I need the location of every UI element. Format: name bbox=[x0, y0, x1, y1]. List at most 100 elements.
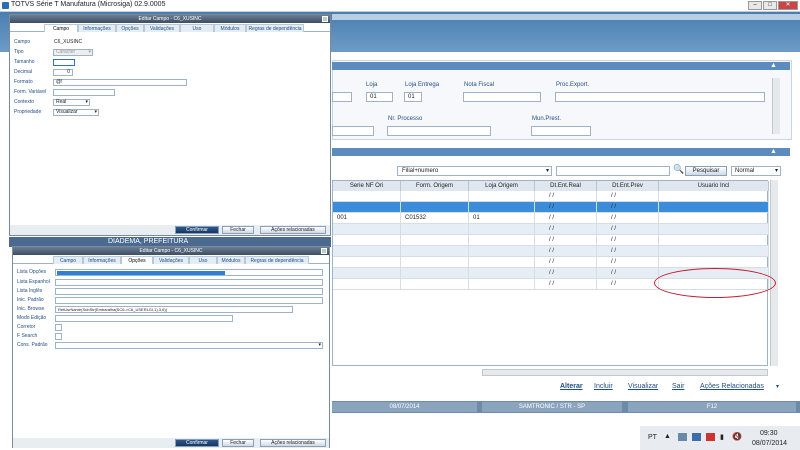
tray-time[interactable]: 09:30 bbox=[760, 430, 778, 437]
edit-field-dialog: Editar Campo - C6_XUSINC Campo Informaçõ… bbox=[9, 14, 331, 236]
col-header-usuario-incl[interactable]: Usuario Incl bbox=[659, 181, 769, 191]
col-header-dt-ent-real[interactable]: Dt.Ent.Real bbox=[535, 181, 597, 191]
nr-processo-input[interactable] bbox=[387, 126, 491, 136]
table-row[interactable]: / / / / bbox=[333, 246, 769, 257]
f2-inic-browse-input[interactable]: RetUsrName(SubStr(Embaralha(SC6->C6_USER… bbox=[55, 306, 293, 313]
f2-f-search-checkbox[interactable] bbox=[55, 333, 62, 340]
mun-prest-input[interactable] bbox=[531, 126, 591, 136]
tab-uso[interactable]: Uso bbox=[180, 24, 214, 32]
table-cell bbox=[333, 202, 401, 213]
left-input[interactable] bbox=[332, 92, 352, 102]
related-actions-button[interactable]: Ações relacionadas bbox=[260, 226, 326, 234]
maximize-button[interactable]: □ bbox=[763, 1, 777, 10]
f2-modo-edicao-input[interactable] bbox=[55, 315, 233, 322]
table-row[interactable]: / / / / bbox=[333, 257, 769, 268]
table-row[interactable]: / / / / bbox=[333, 202, 769, 213]
table-cell bbox=[659, 213, 769, 224]
tab2-opcoes[interactable]: Opções bbox=[121, 256, 153, 264]
proc-export-input[interactable] bbox=[555, 92, 765, 102]
confirm-button[interactable]: Confirmar bbox=[175, 226, 219, 234]
incluir-link[interactable]: Incluir bbox=[594, 383, 613, 390]
grid-scrollbar[interactable] bbox=[770, 180, 778, 366]
app-tray-icon[interactable] bbox=[692, 433, 701, 441]
f2-lista-espanhol-input[interactable] bbox=[55, 279, 323, 286]
binoculars-icon[interactable]: 🔍 bbox=[673, 164, 684, 175]
field-form-variavel-label: Form. Variável bbox=[14, 89, 47, 95]
signal-icon[interactable]: ▮ bbox=[720, 433, 724, 441]
field-form-variavel-input[interactable] bbox=[53, 89, 115, 96]
tab2-uso[interactable]: Uso bbox=[189, 256, 217, 264]
confirm-button-2[interactable]: Confirmar bbox=[175, 439, 219, 447]
tab-modulos[interactable]: Módulos bbox=[214, 24, 246, 32]
tab2-validacoes[interactable]: Validações bbox=[153, 256, 189, 264]
field-decimal-input[interactable]: 0 bbox=[53, 69, 73, 76]
dialog-close-icon[interactable] bbox=[322, 16, 328, 22]
col-header-loja-origem[interactable]: Loja Origem bbox=[469, 181, 535, 191]
tray-arrow-icon[interactable]: ▲ bbox=[664, 433, 671, 440]
close-button[interactable]: ✕ bbox=[778, 1, 798, 10]
tab2-regras[interactable]: Regras de dependência bbox=[245, 256, 309, 264]
tab2-campo[interactable]: Campo bbox=[53, 256, 83, 264]
tab-validacoes[interactable]: Validações bbox=[144, 24, 180, 32]
dialog2-tabs: Campo Informações Opções Validações Uso … bbox=[13, 255, 329, 264]
col-header-dt-ent-prev[interactable]: Dt.Ent.Prev bbox=[597, 181, 659, 191]
dialog2-close-icon[interactable] bbox=[321, 248, 327, 254]
header-scrollbar[interactable] bbox=[772, 78, 780, 134]
f2-inic-padrao-input[interactable] bbox=[55, 297, 323, 304]
f2-f-search-label: F Search bbox=[17, 333, 38, 339]
grid-hscrollbar[interactable] bbox=[482, 369, 768, 376]
search-order-select[interactable]: Filial+numero ▾ bbox=[397, 166, 552, 176]
section-bar bbox=[332, 62, 790, 70]
flag-icon[interactable] bbox=[706, 433, 715, 441]
dropdown-arrow-icon[interactable]: ▾ bbox=[776, 383, 779, 390]
close-dialog-button[interactable]: Fechar bbox=[222, 226, 254, 234]
field-propriedade-select[interactable]: Visualizar ▾ bbox=[53, 109, 99, 116]
sair-link[interactable]: Sair bbox=[672, 383, 684, 390]
f2-cons-padrao-select[interactable]: ▾ bbox=[55, 342, 323, 349]
search-button[interactable]: Pesquisar bbox=[685, 166, 727, 176]
field-tipo-select[interactable]: Caracter ▾ bbox=[53, 49, 93, 56]
table-cell bbox=[659, 246, 769, 257]
f2-corretor-checkbox[interactable] bbox=[55, 324, 62, 331]
loja-entrega-label: Loja Entrega bbox=[405, 82, 440, 88]
nota-fiscal-input[interactable] bbox=[463, 92, 541, 102]
field-formato-input[interactable]: @! bbox=[53, 79, 187, 86]
field-contexto-select[interactable]: Real ▾ bbox=[53, 99, 90, 106]
collapse-icon[interactable]: ▲ bbox=[770, 62, 777, 69]
close-dialog-button-2[interactable]: Fechar bbox=[222, 439, 254, 447]
language-indicator[interactable]: PT bbox=[648, 434, 657, 441]
mode-select[interactable]: Normal ▾ bbox=[731, 166, 781, 176]
tab2-modulos[interactable]: Módulos bbox=[217, 256, 245, 264]
tab-campo[interactable]: Campo bbox=[44, 24, 78, 32]
table-row[interactable]: / / / / bbox=[333, 235, 769, 246]
visualizar-link[interactable]: Visualizar bbox=[628, 383, 658, 390]
left-input-2[interactable] bbox=[332, 126, 374, 136]
table-row[interactable]: 001 C01532 01/ / / / bbox=[333, 213, 769, 224]
table-cell bbox=[333, 235, 401, 246]
tab-opcoes[interactable]: Opções bbox=[116, 24, 144, 32]
tray-date[interactable]: 08/07/2014 bbox=[752, 440, 787, 447]
loja-entrega-input[interactable]: 01 bbox=[404, 92, 422, 102]
minimize-button[interactable]: – bbox=[748, 1, 762, 10]
system-tray: PT ▲ ▮ 🔇 09:30 08/07/2014 bbox=[640, 426, 800, 450]
f2-lista-opcoes-input[interactable] bbox=[55, 269, 323, 276]
related-actions-button-2[interactable]: Ações relacionadas bbox=[260, 439, 326, 447]
table-row[interactable]: / / / / bbox=[333, 224, 769, 235]
table-row[interactable]: / / / / bbox=[333, 191, 769, 202]
col-header-form-origem[interactable]: Form. Origem bbox=[401, 181, 469, 191]
search-input[interactable] bbox=[556, 166, 670, 176]
acoes-relacionadas-link[interactable]: Ações Relacionadas bbox=[700, 383, 764, 390]
tab-regras[interactable]: Regras de dependência bbox=[246, 24, 304, 32]
table-cell: / / bbox=[535, 279, 597, 290]
alterar-link[interactable]: Alterar bbox=[560, 383, 583, 390]
field-tamanho-input[interactable] bbox=[53, 59, 75, 66]
field-propriedade-label: Propriedade bbox=[14, 109, 42, 115]
col-header-serie[interactable]: Serie NF Ori bbox=[333, 181, 401, 191]
network-icon[interactable] bbox=[678, 433, 687, 441]
loja-input[interactable]: 01 bbox=[366, 92, 393, 102]
tab2-informacoes[interactable]: Informações bbox=[83, 256, 121, 264]
tab-informacoes[interactable]: Informações bbox=[78, 24, 116, 32]
f2-lista-ingles-input[interactable] bbox=[55, 288, 323, 295]
volume-icon[interactable]: 🔇 bbox=[732, 432, 742, 441]
grid-collapse-icon[interactable]: ▲ bbox=[770, 148, 777, 155]
